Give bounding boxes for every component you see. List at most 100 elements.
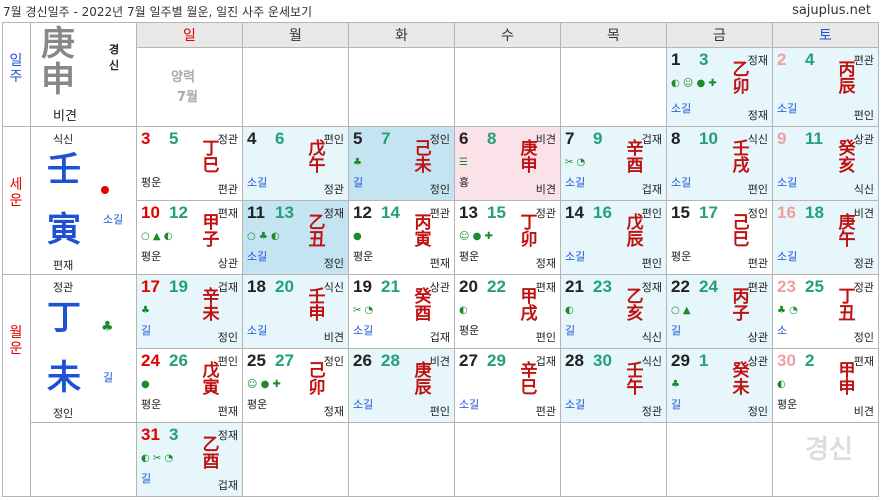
day-cell[interactable]: 23 25 정관 丁丑 정인 ♣ ◔ 소 xyxy=(772,274,879,349)
ganji-chars: 庚午 xyxy=(838,215,856,249)
day-cell[interactable]: 3 5 정관 丁巳 편관 평운 xyxy=(136,126,243,201)
day-cell[interactable]: 30 2 편재 甲申 비견 ◐ 평운 xyxy=(772,348,879,423)
lunar-date: 7 xyxy=(381,129,391,148)
lunar-date: 28 xyxy=(381,351,400,370)
site-name[interactable]: sajuplus.net xyxy=(792,3,871,18)
day-stem-relation: 정관 xyxy=(217,133,238,146)
solar-date: 10 xyxy=(141,203,160,222)
fortune-icons: ○ ▲ ◐ xyxy=(141,231,173,242)
solar-date: 16 xyxy=(777,203,796,222)
fortune-icons: ○ ♣ ◐ xyxy=(247,231,280,242)
empty-day-cell xyxy=(666,422,773,497)
fortune-label: 평운 xyxy=(671,250,692,263)
solar-date: 27 xyxy=(459,351,478,370)
ganji-branch: 戌 xyxy=(520,304,538,324)
day-cell[interactable]: 20 22 편재 甲戌 편인 ◐ 평운 xyxy=(454,274,561,349)
empty-day-cell xyxy=(30,422,137,497)
fortune-label: 평운 xyxy=(141,176,162,189)
ganji-branch: 未 xyxy=(732,378,750,398)
empty-day-cell xyxy=(560,47,667,127)
day-cell[interactable]: 17 19 겁재 辛未 정인 ♣ 길 xyxy=(136,274,243,349)
solar-date: 25 xyxy=(247,351,266,370)
day-cell[interactable]: 15 17 정인 己巳 편관 평운 xyxy=(666,200,773,275)
solar-date: 12 xyxy=(353,203,372,222)
solar-date: 23 xyxy=(777,277,796,296)
empty-day-cell: 양력 7월 xyxy=(136,47,243,127)
lunar-date: 19 xyxy=(169,277,188,296)
day-cell[interactable]: 16 18 비견 庚午 정관 소길 xyxy=(772,200,879,275)
ilju-cell: 庚 申 경신 비견 xyxy=(30,22,137,127)
day-cell[interactable]: 9 11 상관 癸亥 식신 소길 xyxy=(772,126,879,201)
day-cell[interactable]: 10 12 편재 甲子 상관 ○ ▲ ◐ 평운 xyxy=(136,200,243,275)
fortune-icons: ✂ ◔ xyxy=(353,305,374,316)
solar-date: 8 xyxy=(671,129,681,148)
day-branch-relation: 정관 xyxy=(853,257,874,270)
day-stem-relation: 정관 xyxy=(535,207,556,220)
seun-label: 세운 xyxy=(9,177,23,209)
ganji-chars: 庚辰 xyxy=(414,363,432,397)
calendar-grid: 일주 庚 申 경신 비견 일 월 화 수 목 금 토 양력 7월 1 3 정재 乙卯 정… xyxy=(2,21,879,497)
ganji-branch: 寅 xyxy=(202,378,220,398)
day-cell[interactable]: 31 3 정재 乙酉 겁재 ◐ ✂ ◔ 길 xyxy=(136,422,243,497)
empty-day-cell: 경신 xyxy=(772,422,879,497)
day-branch-relation: 식신 xyxy=(853,183,874,196)
day-cell[interactable]: 25 27 정인 己卯 정재 ☺ ● ✚ 평운 xyxy=(242,348,349,423)
ganji-branch: 申 xyxy=(838,378,856,398)
day-cell[interactable]: 6 8 비견 庚申 비견 ☰ 흉 xyxy=(454,126,561,201)
day-cell[interactable]: 19 21 상관 癸酉 겁재 ✂ ◔ 소길 xyxy=(348,274,455,349)
day-cell[interactable]: 11 13 정재 乙丑 정인 ○ ♣ ◐ 소길 xyxy=(242,200,349,275)
ganji-chars: 戊午 xyxy=(308,141,326,175)
day-cell[interactable]: 13 15 정관 丁卯 정재 ☺ ● ✚ 평운 xyxy=(454,200,561,275)
ganji-branch: 丑 xyxy=(838,304,856,324)
day-cell[interactable]: 24 26 편인 戊寅 편재 ● 평운 xyxy=(136,348,243,423)
solar-date: 17 xyxy=(141,277,160,296)
solar-date: 19 xyxy=(353,277,372,296)
solar-date: 29 xyxy=(671,351,690,370)
weekday-sun: 일 xyxy=(136,21,243,49)
day-cell[interactable]: 12 14 편관 丙寅 편재 ● 평운 xyxy=(348,200,455,275)
ganji-branch: 子 xyxy=(202,230,220,250)
day-cell[interactable]: 14 16 편인 戊辰 편인 소길 xyxy=(560,200,667,275)
day-branch-relation: 편인 xyxy=(641,257,662,270)
ganji-chars: 辛巳 xyxy=(520,363,538,397)
fortune-label: 소길 xyxy=(565,250,586,263)
day-cell[interactable]: 26 28 비견 庚辰 편인 소길 xyxy=(348,348,455,423)
day-cell[interactable]: 27 29 겁재 辛巳 편관 소길 xyxy=(454,348,561,423)
ganji-chars: 戊辰 xyxy=(626,215,644,249)
day-cell[interactable]: 22 24 편관 丙子 상관 ○ ▲ 길 xyxy=(666,274,773,349)
day-cell[interactable]: 18 20 식신 壬申 비견 소길 xyxy=(242,274,349,349)
seun-bot-note: 편재 xyxy=(53,259,74,272)
fortune-label: 소길 xyxy=(247,250,268,263)
fortune-label: 길 xyxy=(141,472,152,485)
ganji-chars: 壬申 xyxy=(308,289,326,323)
ganji-branch: 辰 xyxy=(626,230,644,250)
fortune-label: 길 xyxy=(353,176,364,189)
day-cell[interactable]: 2 4 편관 丙辰 편인 소길 xyxy=(772,47,879,127)
solar-date: 1 xyxy=(671,50,681,70)
day-stem-relation: 편재 xyxy=(217,207,238,220)
fortune-label: 소길 xyxy=(247,324,268,337)
wolun-cell: 정관 丁 未 ♣ 길 정인 xyxy=(30,274,137,423)
day-cell[interactable]: 21 23 정재 乙亥 식신 ◐ 길 xyxy=(560,274,667,349)
day-cell[interactable]: 28 30 식신 壬午 정관 소길 xyxy=(560,348,667,423)
fortune-label: 평운 xyxy=(141,250,162,263)
fortune-label: 평운 xyxy=(247,398,268,411)
day-cell[interactable]: 29 1 상관 癸未 정인 ♣ 길 xyxy=(666,348,773,423)
day-cell[interactable]: 8 10 식신 壬戌 편인 소길 xyxy=(666,126,773,201)
day-branch-relation: 편관 xyxy=(217,183,238,196)
day-cell[interactable]: 4 6 편인 戊午 정관 소길 xyxy=(242,126,349,201)
solar-date: 3 xyxy=(141,129,151,148)
empty-day-cell xyxy=(348,47,455,127)
fortune-label: 소길 xyxy=(671,176,692,189)
ganji-chars: 丙辰 xyxy=(838,62,856,96)
ganji-branch: 丑 xyxy=(308,230,326,250)
fortune-label: 소길 xyxy=(777,250,798,263)
fortune-label: 소길 xyxy=(565,176,586,189)
fortune-icons: ♣ xyxy=(671,379,680,390)
day-cell[interactable]: 7 9 겁재 辛酉 겁재 ✂ ◔ 소길 xyxy=(560,126,667,201)
solar-date: 6 xyxy=(459,129,469,148)
fortune-icons: ☺ ● ✚ xyxy=(247,379,281,390)
day-cell[interactable]: 1 3 정재 乙卯 정재 ◐ ☺ ● ✚ 소길 xyxy=(666,47,773,127)
day-branch-relation: 편관 xyxy=(535,405,556,418)
day-cell[interactable]: 5 7 정인 己未 정인 ♣ 길 xyxy=(348,126,455,201)
